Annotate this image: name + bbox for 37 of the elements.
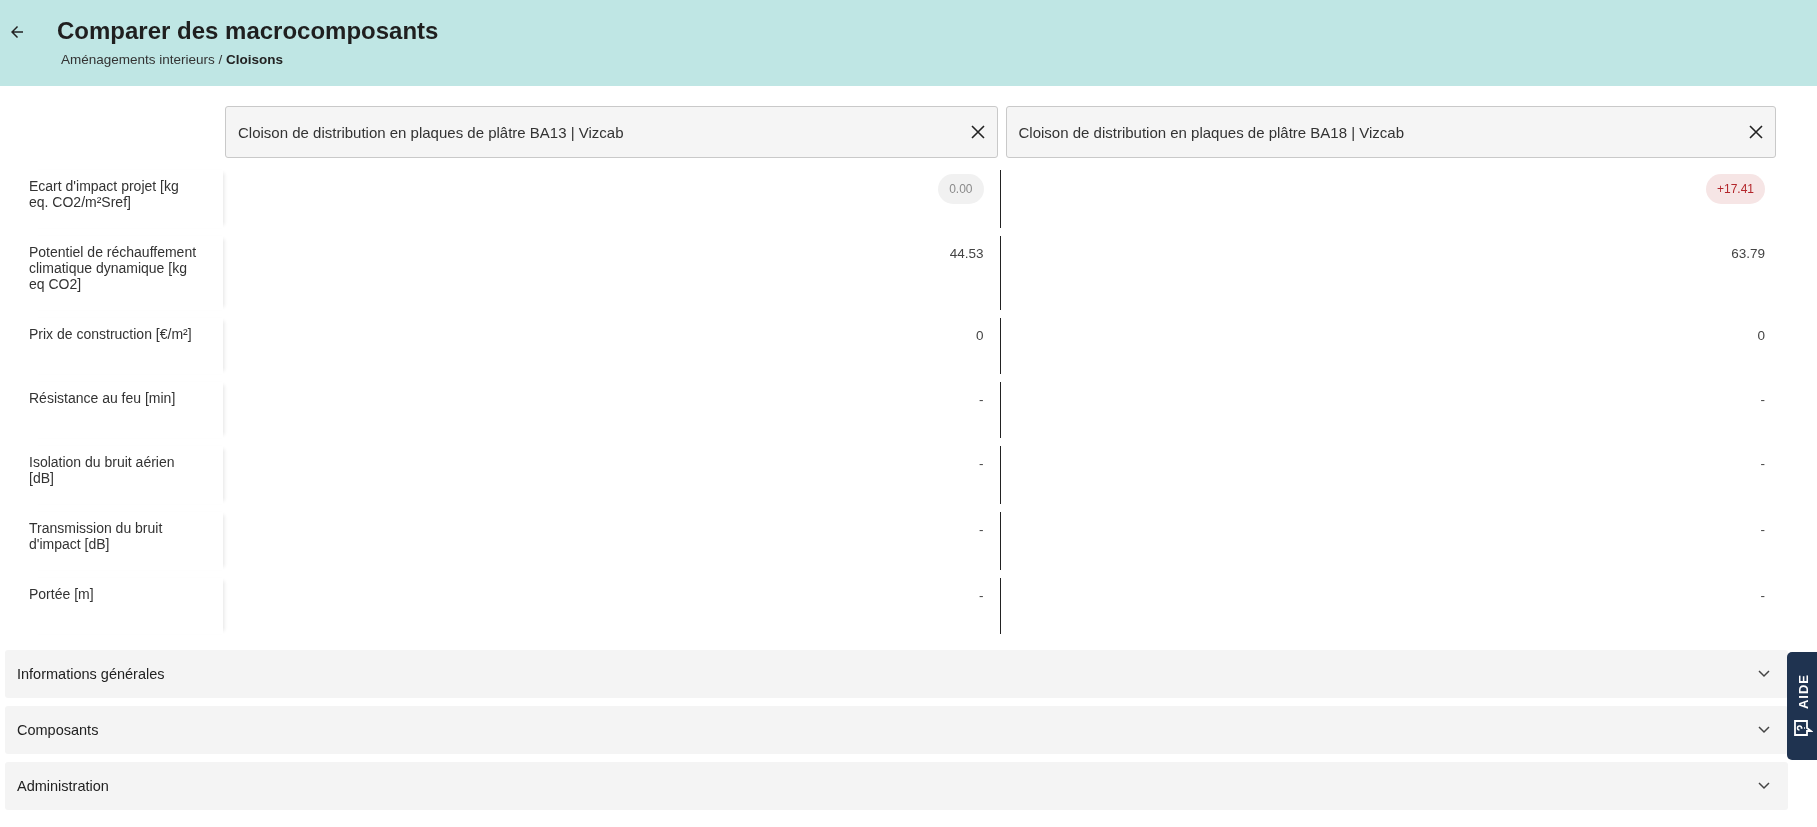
value-text: 44.53 bbox=[949, 246, 984, 261]
row-label: Résistance au feu [min] bbox=[29, 382, 223, 438]
value-text: - bbox=[979, 588, 984, 603]
value-text: - bbox=[979, 522, 984, 537]
value-text: - bbox=[979, 392, 984, 407]
product-title: Cloison de distribution en plaques de plâtre BA18 | Vizcab bbox=[1018, 123, 1405, 141]
difference-badge: 0.00 bbox=[938, 174, 984, 204]
value-text: 0 bbox=[976, 328, 984, 343]
value-text: 63.79 bbox=[1731, 246, 1765, 261]
difference-badge: +17.41 bbox=[1705, 174, 1765, 204]
row-label: Prix de construction [€/m²] bbox=[29, 318, 223, 374]
remove-button[interactable] bbox=[970, 125, 985, 139]
row-label: Transmission du bruit d'impact [dB] bbox=[29, 512, 223, 570]
row-label: Potentiel de réchauffement climatique dynamique [kg eq CO2] bbox=[29, 236, 223, 310]
remove-button[interactable] bbox=[1749, 125, 1763, 139]
close-icon bbox=[1749, 125, 1763, 139]
close-icon bbox=[970, 125, 985, 139]
product-title: Cloison de distribution en plaques de plâtre BA13 | Vizcab bbox=[238, 123, 624, 141]
accordion-header[interactable]: Informations générales bbox=[5, 650, 1788, 698]
accordion-header[interactable]: Composants bbox=[5, 706, 1788, 754]
row-label: Portée [m] bbox=[29, 578, 223, 634]
accordion-header[interactable]: Administration bbox=[5, 762, 1788, 810]
value-text: 0 bbox=[1757, 328, 1765, 343]
chevron-icon bbox=[1758, 726, 1770, 734]
help-tab[interactable]: AIDE bbox=[1787, 652, 1817, 760]
value-text: - bbox=[1760, 588, 1765, 603]
chevron-icon bbox=[1758, 782, 1770, 790]
chevron-icon bbox=[1758, 670, 1770, 678]
help-icon bbox=[1793, 718, 1813, 737]
value-text: - bbox=[979, 456, 984, 471]
value-text: - bbox=[1760, 392, 1765, 407]
value-text: - bbox=[1760, 522, 1765, 537]
row-label: Ecart d'impact projet [kg eq. CO2/m²Sref] bbox=[29, 170, 223, 228]
row-label: Isolation du bruit aérien [dB] bbox=[29, 446, 223, 504]
breadcrumb: Aménagements interieurs / Cloisons bbox=[61, 52, 285, 67]
value-text: - bbox=[1760, 456, 1765, 471]
page-title: Comparer des macrocomposants bbox=[57, 17, 439, 45]
